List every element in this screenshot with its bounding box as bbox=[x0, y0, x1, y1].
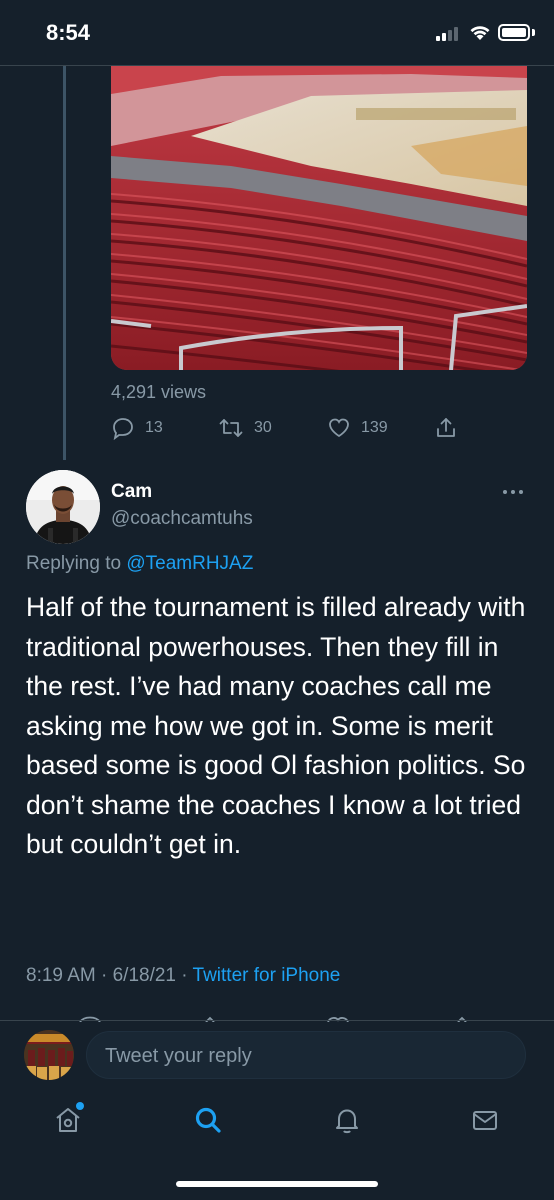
reply-placeholder: Tweet your reply bbox=[105, 1045, 252, 1067]
retweet-count: 30 bbox=[254, 419, 272, 436]
share-icon bbox=[437, 418, 455, 437]
status-bar: 8:54 bbox=[0, 0, 554, 66]
like-button[interactable]: 139 bbox=[327, 414, 388, 442]
like-count: 139 bbox=[361, 419, 388, 436]
reply-input[interactable]: Tweet your reply bbox=[86, 1031, 526, 1079]
mail-icon bbox=[473, 1111, 497, 1130]
bell-icon bbox=[336, 1109, 358, 1134]
user-avatar-image bbox=[24, 1030, 74, 1080]
tweet-source[interactable]: Twitter for iPhone bbox=[193, 965, 341, 986]
reply-icon bbox=[113, 418, 133, 440]
author-handle[interactable]: @coachcamtuhs bbox=[111, 508, 253, 530]
tab-search[interactable] bbox=[190, 1100, 226, 1140]
composer-divider bbox=[0, 1020, 554, 1021]
replying-prefix: Replying to bbox=[26, 553, 122, 574]
battery-icon bbox=[498, 24, 530, 41]
tab-notifications[interactable] bbox=[329, 1100, 365, 1140]
thread-connector-line bbox=[63, 66, 66, 460]
replying-to-handle[interactable]: @TeamRHJAZ bbox=[126, 553, 253, 574]
battery-nub bbox=[532, 29, 535, 36]
heart-icon bbox=[329, 418, 349, 438]
search-icon bbox=[195, 1107, 221, 1133]
replying-to: Replying to @TeamRHJAZ bbox=[26, 553, 253, 575]
home-indicator[interactable] bbox=[176, 1181, 378, 1187]
share-button[interactable] bbox=[434, 414, 468, 442]
tweet-text: Half of the tournament is filled already… bbox=[26, 592, 526, 859]
retweet-button[interactable]: 30 bbox=[218, 414, 272, 442]
retweet-icon bbox=[219, 419, 243, 437]
wifi-icon bbox=[470, 26, 490, 40]
status-time: 8:54 bbox=[46, 20, 91, 45]
author-photo bbox=[26, 470, 100, 544]
cellular-signal-icon bbox=[436, 25, 462, 41]
user-avatar[interactable] bbox=[24, 1030, 74, 1080]
tweet-video-thumbnail[interactable] bbox=[111, 66, 527, 370]
arena-seats-image bbox=[111, 66, 527, 370]
reply-button[interactable]: 13 bbox=[111, 414, 163, 442]
tweet-timestamp: 8:19 AM · 6/18/21 · bbox=[26, 965, 193, 986]
tweet-metadata: 8:19 AM · 6/18/21 · Twitter for iPhone bbox=[26, 965, 340, 987]
reply-count: 13 bbox=[145, 419, 163, 436]
more-options-icon[interactable] bbox=[503, 490, 525, 496]
author-avatar[interactable] bbox=[26, 470, 100, 544]
view-count: 4,291 views bbox=[111, 382, 207, 402]
tab-messages[interactable] bbox=[467, 1100, 503, 1140]
author-name[interactable]: Cam bbox=[111, 481, 152, 503]
home-notification-dot bbox=[76, 1102, 84, 1110]
